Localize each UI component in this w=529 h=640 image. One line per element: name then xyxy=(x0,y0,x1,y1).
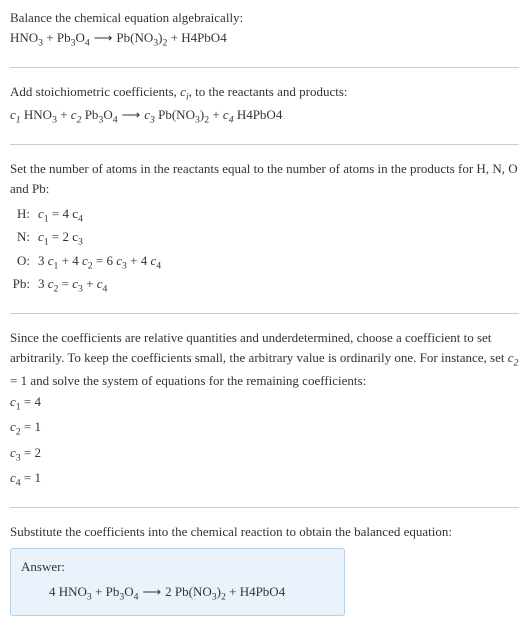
atoms-intro: Set the number of atoms in the reactants… xyxy=(10,159,519,198)
arrow-icon: ⟶ xyxy=(90,30,117,45)
answer-box: Answer: 4 HNO3 + Pb3O4⟶2 Pb(NO3)2 + H4Pb… xyxy=(10,548,345,617)
atom-row-n: N: c1 = 2 c3 xyxy=(12,227,519,250)
pbno32: Pb(NO3)2 xyxy=(116,30,167,45)
divider xyxy=(10,144,519,145)
section-coeffs: Since the coefficients are relative quan… xyxy=(10,328,519,491)
section-balance: Balance the chemical equation algebraica… xyxy=(10,8,519,51)
atom-row-pb: Pb: 3 c2 = c3 + c4 xyxy=(12,274,519,297)
atom-row-h: H: c1 = 4 c4 xyxy=(12,204,519,227)
divider xyxy=(10,313,519,314)
coeff-line: c1 = 4 xyxy=(10,392,519,415)
atom-row-o: O: 3 c1 + 4 c2 = 6 c3 + 4 c4 xyxy=(12,251,519,274)
stoich-intro: Add stoichiometric coefficients, ci, to … xyxy=(10,82,519,105)
ci-symbol: ci xyxy=(180,84,189,99)
balance-intro: Balance the chemical equation algebraica… xyxy=(10,8,519,28)
section-atoms: Set the number of atoms in the reactants… xyxy=(10,159,519,297)
coeff-line: c2 = 1 xyxy=(10,417,519,440)
atoms-table: H: c1 = 4 c4 N: c1 = 2 c3 O: 3 c1 + 4 c2… xyxy=(12,204,519,297)
substitute-intro: Substitute the coefficients into the che… xyxy=(10,522,519,542)
section-stoich: Add stoichiometric coefficients, ci, to … xyxy=(10,82,519,128)
coeff-line: c3 = 2 xyxy=(10,443,519,466)
h4pbo4: H4PbO4 xyxy=(181,30,227,45)
coeff-line: c4 = 1 xyxy=(10,468,519,491)
coeffs-intro: Since the coefficients are relative quan… xyxy=(10,328,519,390)
section-substitute: Substitute the coefficients into the che… xyxy=(10,522,519,616)
pb3o4: Pb3O4 xyxy=(57,30,90,45)
divider xyxy=(10,67,519,68)
stoich-equation: c1 HNO3 + c2 Pb3O4⟶c3 Pb(NO3)2 + c4 H4Pb… xyxy=(10,105,519,128)
hno3: HNO3 xyxy=(10,30,43,45)
answer-equation: 4 HNO3 + Pb3O4⟶2 Pb(NO3)2 + H4PbO4 xyxy=(21,582,334,605)
balance-equation: HNO3 + Pb3O4⟶Pb(NO3)2 + H4PbO4 xyxy=(10,28,519,51)
answer-title: Answer: xyxy=(21,557,334,577)
divider xyxy=(10,507,519,508)
